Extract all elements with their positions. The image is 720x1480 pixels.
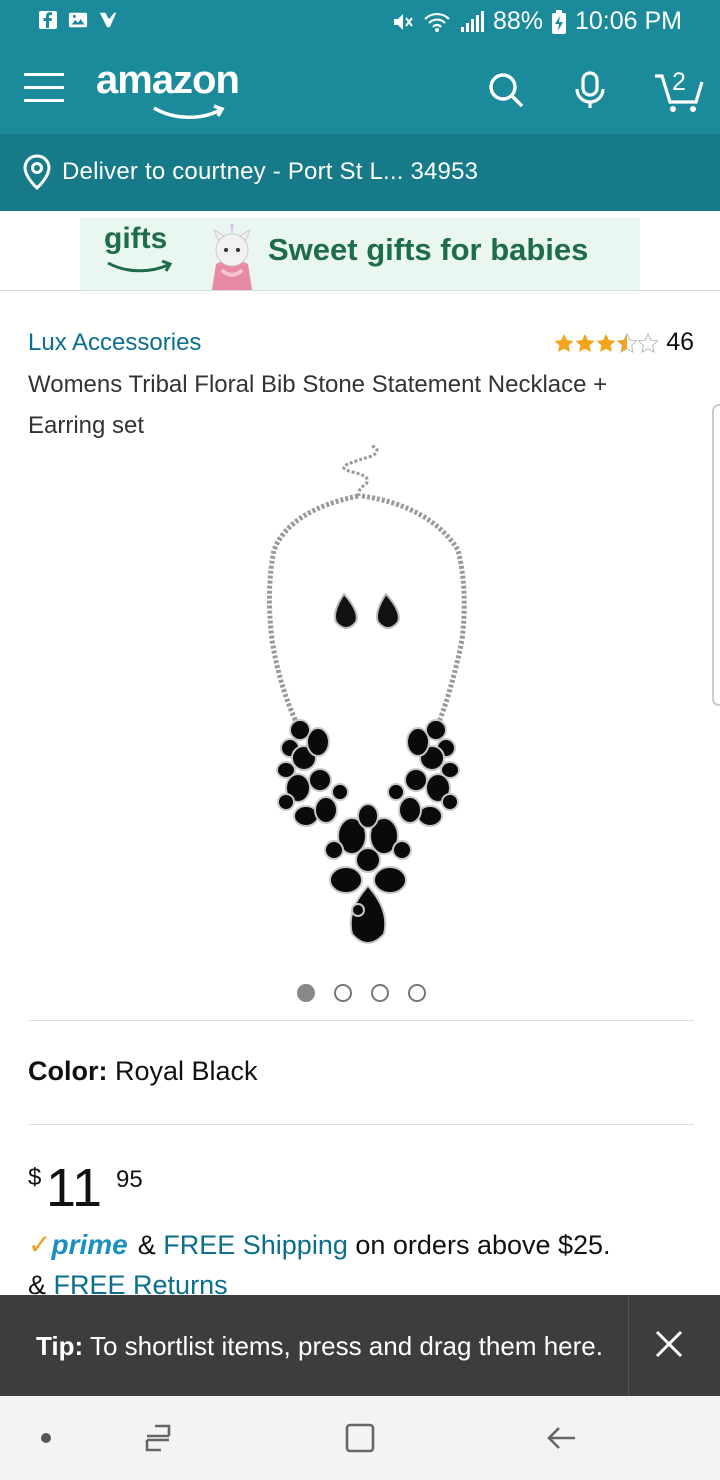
gifts-logo: gifts (104, 222, 168, 255)
battery-percent: 88% (492, 7, 543, 35)
color-label: Color: (28, 1056, 108, 1086)
clock: 10:06 PM (574, 7, 682, 35)
color-value: Royal Black (115, 1056, 258, 1086)
search-icon (489, 73, 524, 108)
color-selector[interactable]: Color: Royal Black (28, 1056, 258, 1087)
facebook-icon (38, 10, 58, 30)
brand-link[interactable]: Lux Accessories (28, 329, 201, 357)
status-system-icons: 88% 10:06 PM (391, 7, 682, 36)
prime-check-icon: ✓ (28, 1229, 52, 1260)
mute-icon (391, 11, 415, 33)
hamburger-icon (24, 73, 64, 102)
tip-text: Tip: To shortlist items, press and drag … (36, 1331, 603, 1362)
close-tip-button[interactable] (646, 1321, 692, 1367)
cart-button[interactable]: 2 (652, 66, 708, 114)
app-header: amazon 2 (0, 46, 720, 134)
deliver-to-bar[interactable]: Deliver to courtney - Port St L... 34953 (0, 134, 720, 211)
free-shipping-link[interactable]: FREE Shipping (163, 1230, 348, 1261)
product-image[interactable] (260, 440, 470, 970)
divider (28, 1020, 694, 1021)
shipping-info: ✓ prime & FREE Shipping on orders above … (28, 1228, 611, 1261)
necklace-illustration (266, 444, 467, 944)
image-carousel-dots (297, 984, 426, 1002)
location-pin-icon (23, 154, 51, 190)
shipping-suffix: on orders above $25. (355, 1230, 611, 1260)
home-icon (345, 1423, 375, 1453)
carousel-dot-active[interactable] (297, 984, 315, 1002)
recent-apps-button[interactable] (136, 1416, 180, 1460)
promo-banner[interactable]: gifts Sweet gifts for babies (80, 218, 640, 290)
deliver-address: Deliver to courtney - Port St L... 34953 (62, 158, 479, 185)
star-rating-icon (554, 333, 659, 352)
carousel-dot[interactable] (334, 984, 352, 1002)
status-notification-icons (38, 10, 118, 30)
home-button[interactable] (338, 1416, 382, 1460)
tip-label: Tip: (36, 1331, 84, 1361)
price-whole: 11 (46, 1158, 103, 1218)
divider (28, 1124, 694, 1125)
gifts-smile-icon (107, 260, 173, 273)
messenger-icon (98, 10, 118, 30)
carousel-dot[interactable] (408, 984, 426, 1002)
battery-charging-icon (551, 9, 567, 34)
tip-message: To shortlist items, press and drag them … (89, 1331, 603, 1361)
divider (0, 290, 720, 291)
recent-apps-icon (145, 1424, 171, 1452)
wifi-icon (423, 11, 451, 33)
price-currency: $ (28, 1164, 42, 1191)
system-navigation-bar (0, 1396, 720, 1480)
shipping-prefix: & (137, 1230, 156, 1260)
divider (628, 1295, 629, 1396)
voice-search-button[interactable] (566, 66, 614, 114)
unicorn-toy-icon (212, 224, 252, 290)
cart-count: 2 (672, 68, 686, 96)
close-icon (655, 1330, 683, 1358)
microphone-icon (575, 71, 605, 108)
amazon-smile-icon (153, 104, 225, 119)
carousel-dot[interactable] (371, 984, 389, 1002)
hamburger-menu-button[interactable] (22, 66, 66, 110)
status-bar: 88% 10:06 PM (0, 0, 720, 46)
product-title: Womens Tribal Floral Bib Stone Statement… (28, 371, 608, 439)
amazon-logo[interactable]: amazon (96, 58, 240, 119)
tip-toast: Tip: To shortlist items, press and drag … (0, 1295, 720, 1396)
dot-icon (41, 1433, 51, 1443)
back-button[interactable] (540, 1416, 584, 1460)
gallery-icon (68, 10, 88, 30)
search-button[interactable] (482, 66, 530, 114)
back-icon (547, 1427, 575, 1449)
rating-count: 46 (666, 328, 694, 356)
banner-tagline: Sweet gifts for babies (268, 232, 589, 267)
assistant-button[interactable] (24, 1416, 68, 1460)
price-fraction: 95 (116, 1166, 143, 1193)
prime-logo: prime (51, 1229, 128, 1260)
shortlist-edge-handle[interactable] (712, 404, 720, 706)
signal-icon (459, 10, 485, 33)
brand-name: amazon (96, 58, 240, 102)
product-rating[interactable]: 46 (554, 328, 694, 357)
